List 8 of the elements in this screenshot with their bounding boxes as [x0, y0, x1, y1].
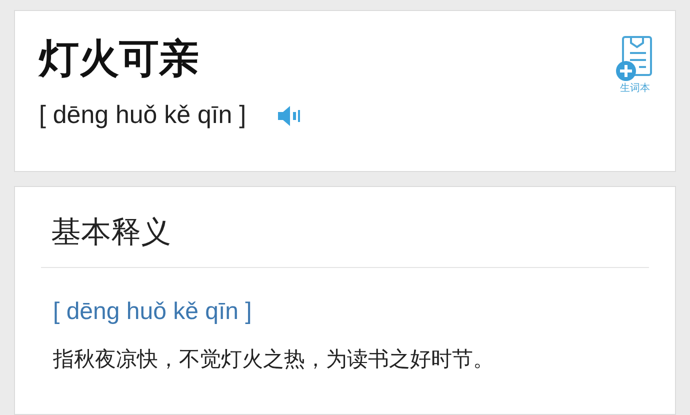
definition-pinyin: [ dēng huǒ kě qīn ] — [52, 297, 253, 327]
pinyin: [ dēng huǒ kě qīn ] — [39, 100, 246, 131]
word-title: 灯火可亲 — [39, 35, 200, 83]
vocabulary-button[interactable]: 生词本 — [615, 35, 655, 95]
section-heading: 基本释义 — [41, 213, 649, 268]
definition-text: 指秋夜凉快，不觉灯火之热，为读书之好时节。 — [52, 346, 495, 373]
notebook-add-icon — [615, 35, 655, 83]
speaker-icon[interactable] — [276, 104, 302, 127]
